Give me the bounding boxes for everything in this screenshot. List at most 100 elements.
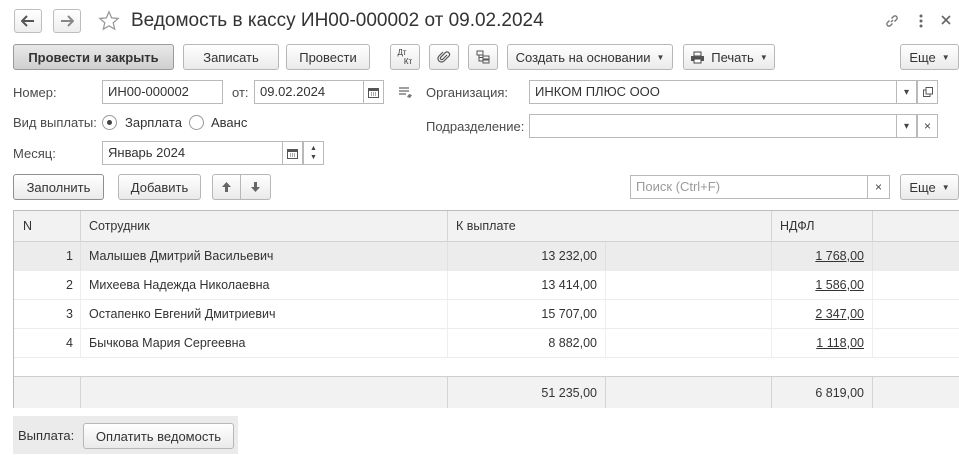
- close-icon[interactable]: [940, 13, 952, 30]
- payment-type-label: Вид выплаты:: [13, 115, 97, 130]
- month-stepper[interactable]: ▲ ▼: [303, 141, 324, 165]
- post-and-close-button[interactable]: Провести и закрыть: [13, 44, 174, 70]
- employee-name: Малышев Дмитрий Васильевич: [89, 249, 274, 263]
- total-ndfl: 6 819,00: [815, 385, 864, 400]
- open-window-icon: [922, 87, 933, 97]
- back-button[interactable]: [14, 9, 42, 33]
- organization-field[interactable]: ИНКОМ ПЛЮС ООО: [529, 80, 897, 104]
- chevron-down-icon: ▾: [903, 86, 910, 98]
- print-button[interactable]: Печать ▼: [683, 44, 775, 70]
- table-row[interactable]: 3 Остапенко Евгений Дмитриевич 15 707,00…: [14, 300, 959, 329]
- print-label: Печать: [711, 49, 754, 65]
- clear-icon: ×: [923, 119, 931, 133]
- create-based-on-button[interactable]: Создать на основании ▼: [507, 44, 673, 70]
- payment-label: Выплата:: [18, 428, 75, 443]
- ndfl-link[interactable]: 2 347,00: [771, 300, 864, 328]
- row-number: 1: [66, 249, 73, 263]
- calendar-icon: [368, 87, 379, 98]
- column-header-employee[interactable]: Сотрудник: [89, 211, 150, 241]
- table-footer-totals: 51 235,00 6 819,00: [14, 376, 959, 408]
- radio-salary-label: Зарплата: [125, 115, 182, 130]
- table-header: N Сотрудник К выплате НДФЛ: [14, 211, 959, 242]
- chevron-down-icon: ▼: [656, 52, 665, 62]
- search-input[interactable]: Поиск (Ctrl+F): [630, 175, 868, 199]
- stepper-down-icon[interactable]: ▼: [310, 153, 317, 162]
- move-up-button[interactable]: [212, 174, 241, 200]
- ndfl-link[interactable]: 1 768,00: [771, 242, 864, 270]
- stepper-up-icon[interactable]: ▲: [310, 144, 317, 153]
- arrow-right-icon: [61, 15, 74, 27]
- arrow-up-icon: [222, 182, 231, 192]
- forward-button[interactable]: [53, 9, 81, 33]
- amount-value: 13 232,00: [541, 249, 597, 263]
- arrow-left-icon: [21, 15, 34, 27]
- more-button[interactable]: Еще ▼: [900, 44, 959, 70]
- amount-value: 15 707,00: [541, 307, 597, 321]
- dt-label: Дт: [397, 48, 407, 57]
- department-label: Подразделение:: [426, 119, 525, 134]
- date-picker-button[interactable]: [363, 80, 384, 104]
- document-list-icon[interactable]: [398, 86, 413, 102]
- amount-value: 8 882,00: [548, 336, 597, 350]
- clear-icon: ×: [874, 180, 882, 194]
- column-header-ndfl[interactable]: НДФЛ: [780, 211, 815, 241]
- dt-kt-button[interactable]: Дт Кт: [390, 44, 420, 70]
- column-header-n[interactable]: N: [23, 211, 32, 241]
- calendar-icon: [287, 148, 298, 159]
- more-vertical-icon[interactable]: [918, 13, 924, 32]
- department-clear-button[interactable]: ×: [917, 114, 938, 138]
- month-picker-button[interactable]: [282, 141, 303, 165]
- link-icon[interactable]: [884, 13, 900, 32]
- column-header-amount[interactable]: К выплате: [456, 211, 516, 241]
- chevron-down-icon: ▼: [759, 52, 768, 62]
- department-field[interactable]: [529, 114, 897, 138]
- date-label: от:: [232, 85, 249, 100]
- more-label: Еще: [909, 49, 936, 65]
- organization-label: Организация:: [426, 85, 509, 100]
- table-row[interactable]: 1 Малышев Дмитрий Васильевич 13 232,00 1…: [14, 242, 959, 271]
- row-number: 3: [66, 307, 73, 321]
- date-field[interactable]: 09.02.2024: [254, 80, 364, 104]
- amount-value: 13 414,00: [541, 278, 597, 292]
- table-more-label: Еще: [909, 179, 936, 195]
- employee-name: Остапенко Евгений Дмитриевич: [89, 307, 276, 321]
- table-more-button[interactable]: Еще ▼: [900, 174, 959, 200]
- payment-panel: Выплата: Оплатить ведомость: [13, 416, 238, 454]
- search-clear-button[interactable]: ×: [867, 175, 890, 199]
- arrow-down-icon: [251, 182, 260, 192]
- favorite-star-icon[interactable]: [98, 10, 120, 35]
- fill-button[interactable]: Заполнить: [13, 174, 104, 200]
- chevron-down-icon: ▼: [941, 182, 950, 192]
- paperclip-icon: [437, 51, 451, 63]
- printer-icon: [691, 51, 705, 63]
- organization-open-button[interactable]: [917, 80, 938, 104]
- attach-button[interactable]: [429, 44, 459, 70]
- kt-label: Кт: [403, 57, 413, 66]
- radio-advance[interactable]: [189, 115, 204, 130]
- month-field[interactable]: Январь 2024: [102, 141, 283, 165]
- row-number: 4: [66, 336, 73, 350]
- radio-salary[interactable]: [102, 115, 117, 130]
- employee-name: Бычкова Мария Сергеевна: [89, 336, 246, 350]
- employees-table[interactable]: N Сотрудник К выплате НДФЛ 1 Малышев Дми…: [13, 210, 959, 408]
- month-label: Месяц:: [13, 146, 56, 161]
- ndfl-link[interactable]: 1 586,00: [771, 271, 864, 299]
- department-dropdown-button[interactable]: ▾: [896, 114, 917, 138]
- row-number: 2: [66, 278, 73, 292]
- ndfl-link[interactable]: 1 118,00: [771, 329, 864, 357]
- radio-advance-label: Аванс: [211, 115, 248, 130]
- number-field[interactable]: ИН00-000002: [102, 80, 223, 104]
- pay-statement-button[interactable]: Оплатить ведомость: [83, 423, 234, 449]
- structure-button[interactable]: [468, 44, 498, 70]
- save-button[interactable]: Записать: [183, 44, 279, 70]
- post-button[interactable]: Провести: [286, 44, 370, 70]
- move-down-button[interactable]: [240, 174, 271, 200]
- page-title: Ведомость в кассу ИН00-000002 от 09.02.2…: [131, 10, 544, 31]
- organization-dropdown-button[interactable]: ▾: [896, 80, 917, 104]
- create-based-label: Создать на основании: [515, 49, 651, 65]
- add-button[interactable]: Добавить: [118, 174, 201, 200]
- total-amount: 51 235,00: [541, 385, 597, 400]
- table-row[interactable]: 4 Бычкова Мария Сергеевна 8 882,00 1 118…: [14, 329, 959, 358]
- table-row[interactable]: 2 Михеева Надежда Николаевна 13 414,00 1…: [14, 271, 959, 300]
- chevron-down-icon: ▼: [941, 52, 950, 62]
